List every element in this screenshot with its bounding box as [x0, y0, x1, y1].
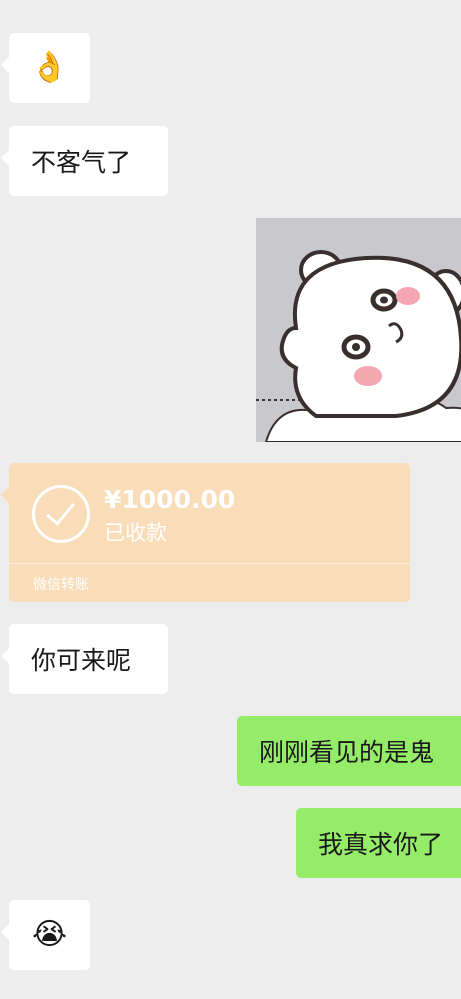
transfer-divider	[9, 563, 410, 564]
sticker-image[interactable]	[256, 218, 461, 442]
message-text-sent[interactable]: 我真求你了	[296, 808, 461, 878]
message-emoji-crying[interactable]: 😭	[1, 900, 90, 970]
ok-hand-emoji-icon: 👌	[30, 50, 69, 85]
transfer-amount: ¥1000.00	[104, 485, 236, 514]
message-text-sent[interactable]: 刚刚看见的是鬼	[237, 716, 461, 786]
transfer-footer: 微信转账	[33, 577, 89, 593]
message-text-content: 你可来呢	[31, 646, 132, 675]
transfer-card[interactable]: ¥1000.00 已收款 微信转账	[1, 463, 410, 602]
message-emoji-ok[interactable]: 👌	[1, 33, 90, 103]
message-text[interactable]: 不客气了	[1, 126, 168, 196]
transfer-status: 已收款	[104, 521, 167, 545]
message-text-content: 刚刚看见的是鬼	[259, 738, 435, 767]
message-text-content: 我真求你了	[318, 830, 444, 859]
message-text[interactable]: 你可来呢	[1, 624, 168, 694]
check-circle-icon	[32, 485, 90, 543]
crying-laughing-emoji-icon: 😭	[31, 917, 68, 952]
white-bear-sticker-icon	[256, 218, 461, 442]
message-text-content: 不客气了	[31, 148, 132, 177]
